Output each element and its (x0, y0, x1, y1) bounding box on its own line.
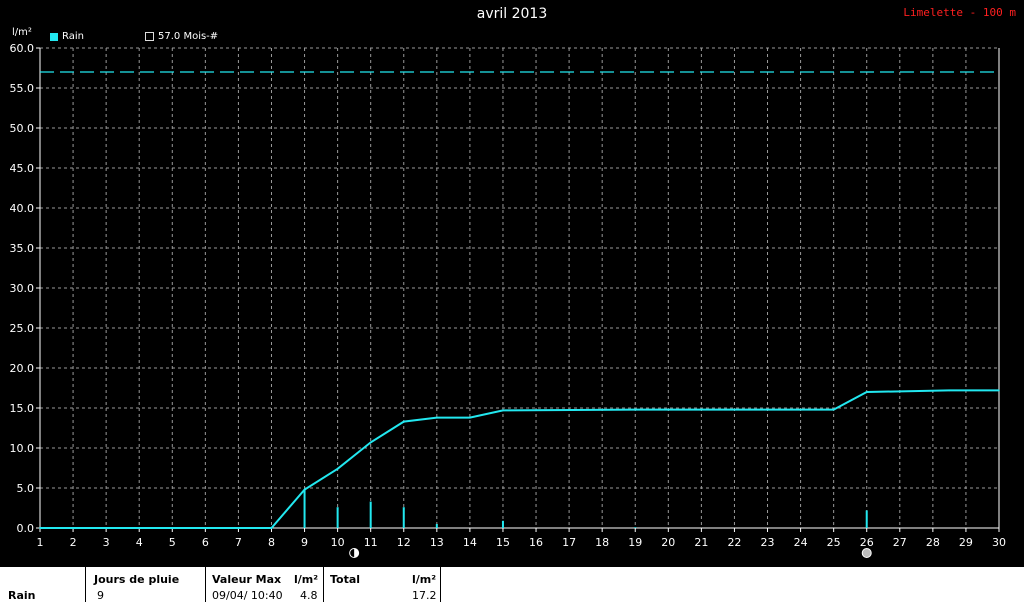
x-tick-label: 13 (430, 536, 444, 549)
max-header: Valeur Max (212, 573, 282, 586)
cumulative-rain-point (469, 416, 471, 419)
legend-reference: 57.0 Mois-# (145, 31, 218, 42)
x-tick-label: 3 (103, 536, 110, 549)
cumulative-rain-point (336, 468, 339, 470)
x-tick-label: 24 (794, 536, 808, 549)
x-tick-label: 8 (268, 536, 275, 549)
x-tick-label: 26 (860, 536, 874, 549)
summary-table: Rain Jours de pluie 9 Valeur Max l/m² 09… (0, 566, 1024, 602)
cumulative-rain-point (369, 441, 372, 444)
cumulative-rain-point (998, 389, 1000, 392)
cumulative-rain-point (948, 389, 951, 392)
x-tick-label: 18 (595, 536, 609, 549)
max-date: 09/04/ 10:40 (212, 589, 283, 602)
cumulative-rain-point (502, 409, 504, 412)
x-tick-label: 16 (529, 536, 543, 549)
x-tick-label: 25 (827, 536, 841, 549)
summary-max-cell: Valeur Max l/m² 09/04/ 10:40 4.8 (206, 567, 324, 602)
total-unit-header: l/m² (412, 573, 437, 586)
y-tick-label: 35.0 (10, 242, 35, 255)
summary-total-cell: Total l/m² 17.2 (324, 567, 441, 602)
y-tick-label: 40.0 (10, 202, 35, 215)
x-tick-label: 17 (562, 536, 576, 549)
full-moon-icon (861, 548, 872, 558)
summary-label-cell: Rain (0, 567, 86, 602)
cumulative-rain-point (402, 420, 405, 423)
cumulative-rain-point (436, 416, 438, 419)
y-tick-label: 15.0 (10, 402, 35, 415)
cumulative-rain-point (865, 391, 868, 393)
legend-reference-label: 57.0 Mois-# (158, 31, 219, 42)
x-tick-label: 30 (992, 536, 1006, 549)
y-tick-label: 30.0 (10, 282, 35, 295)
y-tick-label: 0.0 (17, 522, 35, 535)
y-tick-label: 25.0 (10, 322, 35, 335)
legend-rain: Rain (50, 31, 84, 42)
y-tick-label: 5.0 (17, 482, 35, 495)
y-axis-unit: l/m² (12, 27, 32, 38)
summary-rain-days-cell: Jours de pluie 9 (86, 567, 206, 602)
y-tick-label: 45.0 (10, 162, 35, 175)
rain-days-value: 9 (97, 589, 104, 602)
x-tick-label: 5 (169, 536, 176, 549)
rain-chart: 1 2 3 4 5 6 7 8 9 10 11 12 13 14 15 16 17 18 19 20 21 22 23 24 2… (10, 42, 1006, 558)
x-tick-label: 2 (70, 536, 77, 549)
x-tick-label: 15 (496, 536, 510, 549)
legend-rain-swatch (50, 32, 58, 41)
x-tick-label: 9 (301, 536, 308, 549)
x-tick-label: 29 (959, 536, 973, 549)
x-tick-label: 7 (235, 536, 242, 549)
legend-reference-swatch (145, 32, 154, 41)
cumulative-rain-point (270, 527, 273, 529)
y-tick-label: 55.0 (10, 82, 35, 95)
total-value: 17.2 (412, 589, 437, 602)
y-tick-label: 20.0 (10, 362, 35, 375)
x-tick-label: 6 (202, 536, 209, 549)
x-tick-label: 12 (397, 536, 411, 549)
summary-row-label: Rain (8, 589, 36, 602)
x-tick-label: 19 (628, 536, 642, 549)
x-tick-label: 28 (926, 536, 940, 549)
max-value: 4.8 (300, 589, 318, 602)
x-tick-label: 20 (661, 536, 675, 549)
x-tick-label: 14 (463, 536, 477, 549)
x-tick-label: 21 (694, 536, 708, 549)
cumulative-rain-point (634, 408, 637, 411)
x-tick-label: 11 (364, 536, 378, 549)
x-tick-label: 27 (893, 536, 907, 549)
x-tick-label: 10 (331, 536, 345, 549)
x-tick-label: 23 (761, 536, 775, 549)
cumulative-rain-line (40, 389, 999, 529)
station-label: Limelette - 100 m (903, 6, 1016, 19)
max-unit-header: l/m² (294, 573, 319, 586)
x-tick-label: 4 (136, 536, 143, 549)
total-header: Total (330, 573, 361, 586)
x-tick-label: 1 (37, 536, 44, 549)
rain-days-header: Jours de pluie (94, 573, 180, 586)
y-tick-label: 10.0 (10, 442, 35, 455)
x-tick-label: 22 (727, 536, 741, 549)
y-tick-label: 60.0 (10, 42, 35, 55)
chart-title: avril 2013 (476, 6, 548, 22)
legend-rain-label: Rain (62, 31, 84, 42)
y-tick-label: 50.0 (10, 122, 35, 135)
cumulative-rain-point (39, 527, 41, 529)
cumulative-rain-point (832, 408, 835, 411)
